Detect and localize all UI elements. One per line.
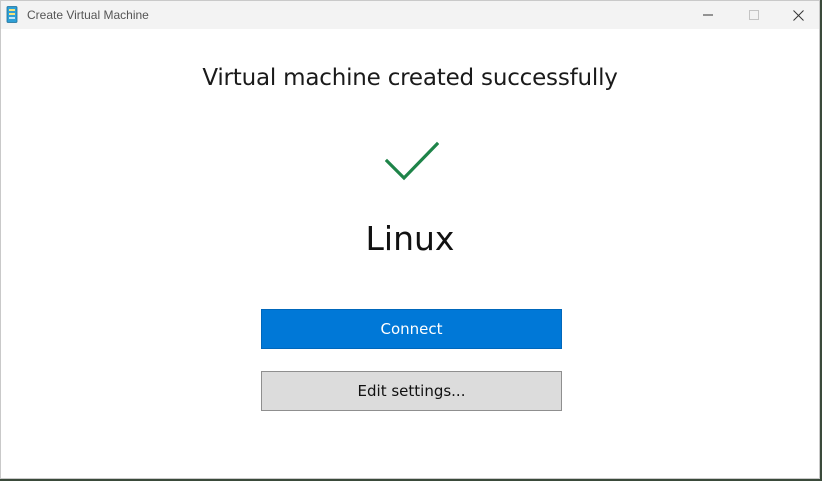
minimize-button[interactable] [685, 1, 731, 29]
edit-settings-button[interactable]: Edit settings... [261, 371, 562, 411]
minimize-icon [703, 14, 713, 16]
maximize-button[interactable] [731, 1, 777, 29]
close-icon [792, 9, 804, 21]
connect-button[interactable]: Connect [261, 309, 562, 349]
title-bar[interactable]: Create Virtual Machine [1, 1, 819, 29]
success-heading: Virtual machine created successfully [202, 65, 618, 91]
close-button[interactable] [775, 1, 821, 29]
vm-name: Linux [365, 219, 455, 258]
window-title: Create Virtual Machine [27, 8, 149, 22]
hyperv-vm-icon [6, 6, 18, 23]
checkmark-icon [385, 141, 439, 181]
maximize-icon [749, 10, 759, 20]
create-vm-window: Create Virtual Machine Virtual machine c… [0, 0, 820, 479]
